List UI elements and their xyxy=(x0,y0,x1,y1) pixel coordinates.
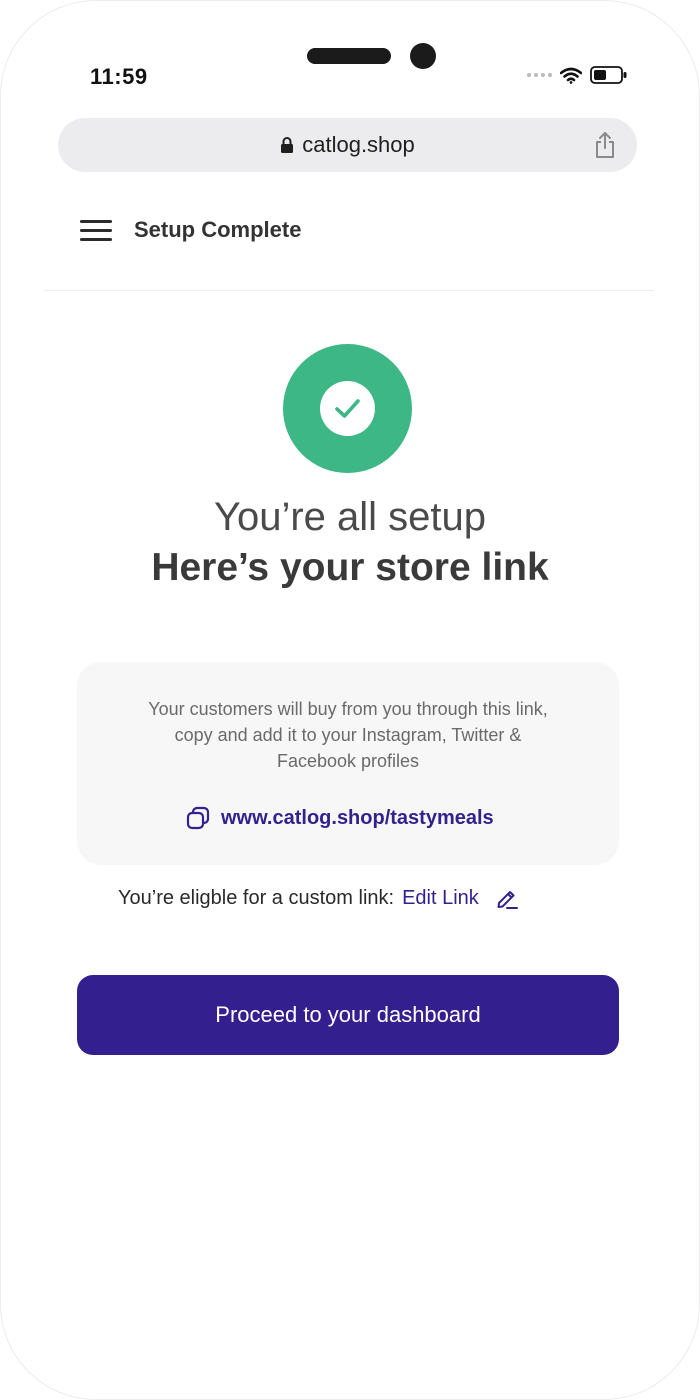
edit-pencil-icon[interactable] xyxy=(495,886,519,910)
success-badge xyxy=(283,344,412,473)
card-description-line: Your customers will buy from you through… xyxy=(148,699,548,719)
browser-url-bar[interactable]: catlog.shop xyxy=(58,118,637,172)
check-icon xyxy=(335,399,360,418)
lock-icon xyxy=(281,137,294,153)
proceed-dashboard-button[interactable]: Proceed to your dashboard xyxy=(77,975,619,1055)
page-title: Setup Complete xyxy=(134,217,302,242)
card-description: Your customers will buy from you through… xyxy=(107,696,589,774)
top-nav: Setup Complete xyxy=(44,200,654,291)
edit-link[interactable]: Edit Link xyxy=(402,887,479,910)
wifi-icon xyxy=(560,67,582,84)
copy-store-link-button[interactable]: www.catlog.shop/tastymeals xyxy=(185,805,494,831)
share-icon[interactable] xyxy=(593,131,617,159)
menu-icon[interactable] xyxy=(80,220,112,242)
front-camera xyxy=(410,43,436,69)
custom-link-row: You’re eligble for a custom link: Edit L… xyxy=(118,886,519,910)
custom-link-text: You’re eligble for a custom link: xyxy=(118,886,395,909)
store-link-card: Your customers will buy from you through… xyxy=(77,662,619,865)
speaker-notch xyxy=(307,48,391,64)
status-icons xyxy=(527,66,628,84)
store-link-heading: Here’s your store link xyxy=(151,546,549,589)
phone-frame: 11:59 catlog.shop Setup Complete You’re … xyxy=(0,0,700,1400)
store-link-url[interactable]: www.catlog.shop/tastymeals xyxy=(221,807,494,830)
url-text: catlog.shop xyxy=(302,132,415,157)
battery-icon xyxy=(590,66,627,84)
card-description-line: copy and add it to your Instagram, Twitt… xyxy=(174,725,522,745)
signal-icon xyxy=(527,73,552,77)
status-time: 11:59 xyxy=(90,64,148,89)
card-description-line: Facebook profiles xyxy=(276,751,420,771)
success-heading: You’re all setup xyxy=(213,495,487,539)
copy-icon xyxy=(186,806,210,830)
